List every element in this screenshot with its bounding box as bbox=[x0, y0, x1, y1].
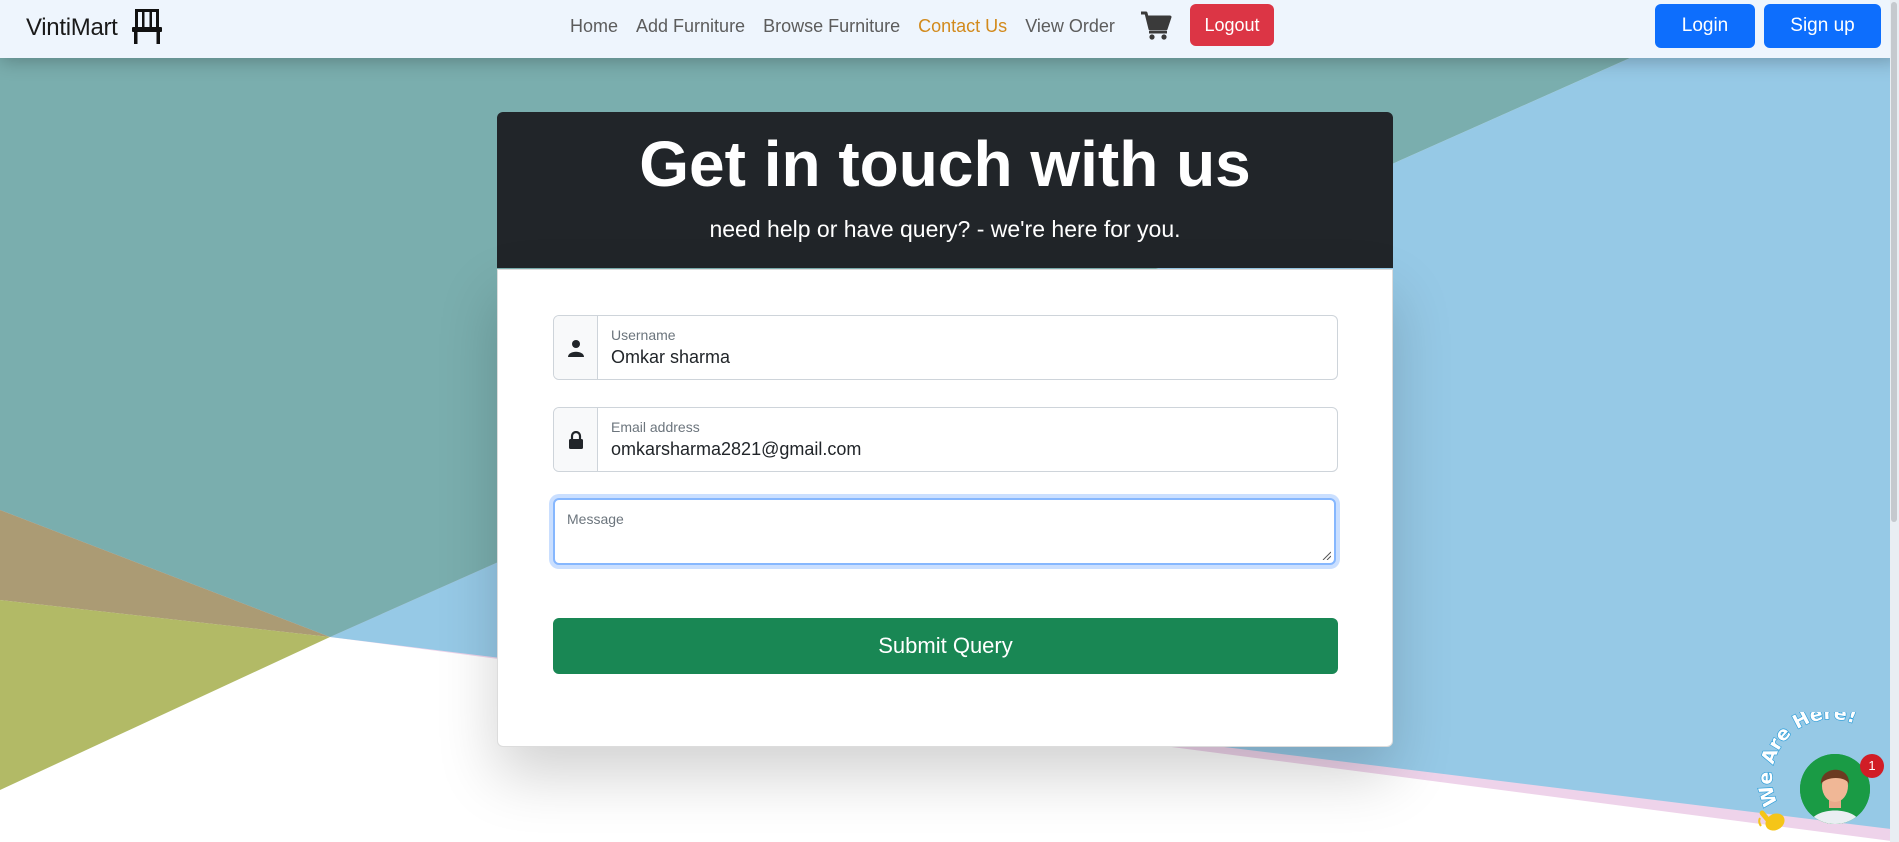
nav-link-home[interactable]: Home bbox=[570, 16, 618, 37]
contact-form: Username Omkar sharma Email address omka… bbox=[497, 269, 1393, 747]
page-scrollbar[interactable] bbox=[1890, 0, 1899, 842]
page-subtitle: need help or have query? - we're here fo… bbox=[709, 216, 1181, 242]
login-button[interactable]: Login bbox=[1655, 4, 1755, 48]
username-addon bbox=[554, 316, 598, 379]
cart-icon[interactable] bbox=[1140, 10, 1172, 40]
logout-button[interactable]: Logout bbox=[1190, 4, 1274, 46]
email-input[interactable]: omkarsharma2821@gmail.com bbox=[611, 439, 861, 460]
submit-query-button[interactable]: Submit Query bbox=[553, 618, 1338, 674]
nav-link-view-order[interactable]: View Order bbox=[1025, 16, 1115, 37]
email-addon bbox=[554, 408, 598, 471]
email-field[interactable]: Email address omkarsharma2821@gmail.com bbox=[553, 407, 1338, 472]
contact-card-header: Get in touch with us need help or have q… bbox=[497, 112, 1393, 268]
person-icon bbox=[567, 339, 584, 357]
signup-button[interactable]: Sign up bbox=[1764, 4, 1881, 48]
message-textarea[interactable]: Message bbox=[553, 498, 1336, 565]
message-label: Message bbox=[567, 511, 624, 527]
email-label: Email address bbox=[611, 419, 700, 435]
username-label: Username bbox=[611, 327, 676, 343]
chat-notification-badge: 1 bbox=[1860, 754, 1884, 778]
top-navbar: VintiMart Home Add Furniture Browse Furn… bbox=[0, 0, 1899, 58]
nav-link-browse-furniture[interactable]: Browse Furniture bbox=[763, 16, 900, 37]
username-field[interactable]: Username Omkar sharma bbox=[553, 315, 1338, 380]
waving-hand-icon bbox=[1758, 810, 1785, 831]
scroll-thumb[interactable] bbox=[1891, 2, 1897, 522]
nav-link-add-furniture[interactable]: Add Furniture bbox=[636, 16, 745, 37]
nav-link-contact-us[interactable]: Contact Us bbox=[918, 16, 1007, 37]
resize-handle-icon[interactable] bbox=[1321, 550, 1331, 560]
chat-widget[interactable]: We Are Here! 1 bbox=[1752, 712, 1892, 840]
page-title: Get in touch with us bbox=[639, 128, 1251, 200]
chair-icon bbox=[132, 9, 162, 44]
username-input[interactable]: Omkar sharma bbox=[611, 347, 730, 368]
lock-icon bbox=[568, 430, 583, 449]
nav-links: Home Add Furniture Browse Furniture Cont… bbox=[570, 16, 1133, 37]
brand-name[interactable]: VintiMart bbox=[26, 14, 118, 42]
